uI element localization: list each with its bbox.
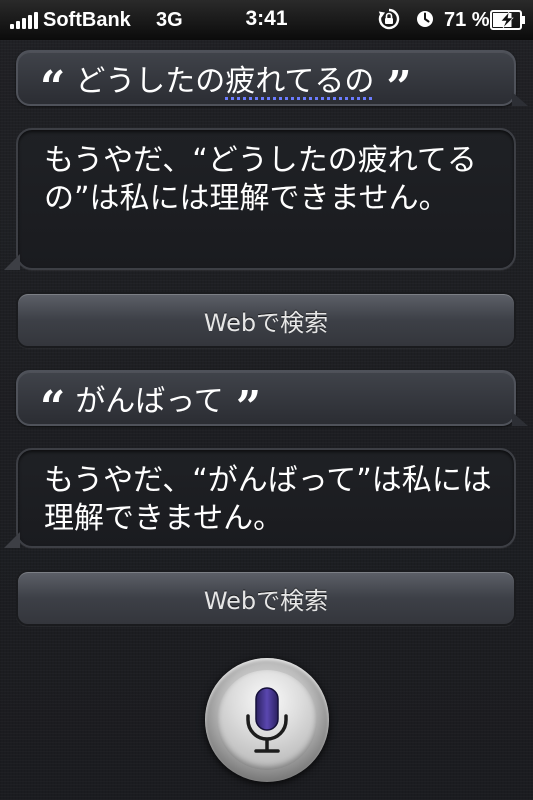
microphone-icon <box>246 687 288 753</box>
open-quote-icon: “ <box>40 382 66 433</box>
open-quote-icon: “ <box>40 62 66 113</box>
user-query-bubble: “ がんばって ” <box>16 370 528 433</box>
web-search-button[interactable]: Webで検索 <box>16 292 516 348</box>
dictation-uncertain-word[interactable]: 疲 <box>225 56 255 100</box>
user-query-text: “ がんばって ” <box>40 382 262 433</box>
siri-response-bubble: もうやだ、“がんばって”は私には理解できません。 <box>4 448 516 548</box>
siri-response-bubble: もうやだ、“どうしたの疲れてるの”は私には理解できません。 <box>4 128 516 270</box>
battery-charging-icon <box>490 10 525 30</box>
close-quote-icon: ” <box>235 382 262 433</box>
siri-response-text: もうやだ、“がんばって”は私には理解できません。 <box>44 463 492 536</box>
user-query-text: “ どうしたの疲れてるの ” <box>40 52 412 110</box>
siri-mic-button[interactable] <box>205 658 329 782</box>
status-bar: SoftBank 3G 3:41 71 % <box>0 0 533 40</box>
web-search-button[interactable]: Webで検索 <box>16 570 516 626</box>
clock-icon <box>417 11 433 27</box>
rotation-lock-icon <box>378 8 400 30</box>
siri-response-text: もうやだ、“どうしたの疲れてるの”は私には理解できません。 <box>44 143 477 216</box>
user-query-bubble: “ どうしたの疲れてるの ” <box>16 50 528 110</box>
close-quote-icon: ” <box>386 62 412 113</box>
battery-percent: 71 % <box>444 9 490 31</box>
